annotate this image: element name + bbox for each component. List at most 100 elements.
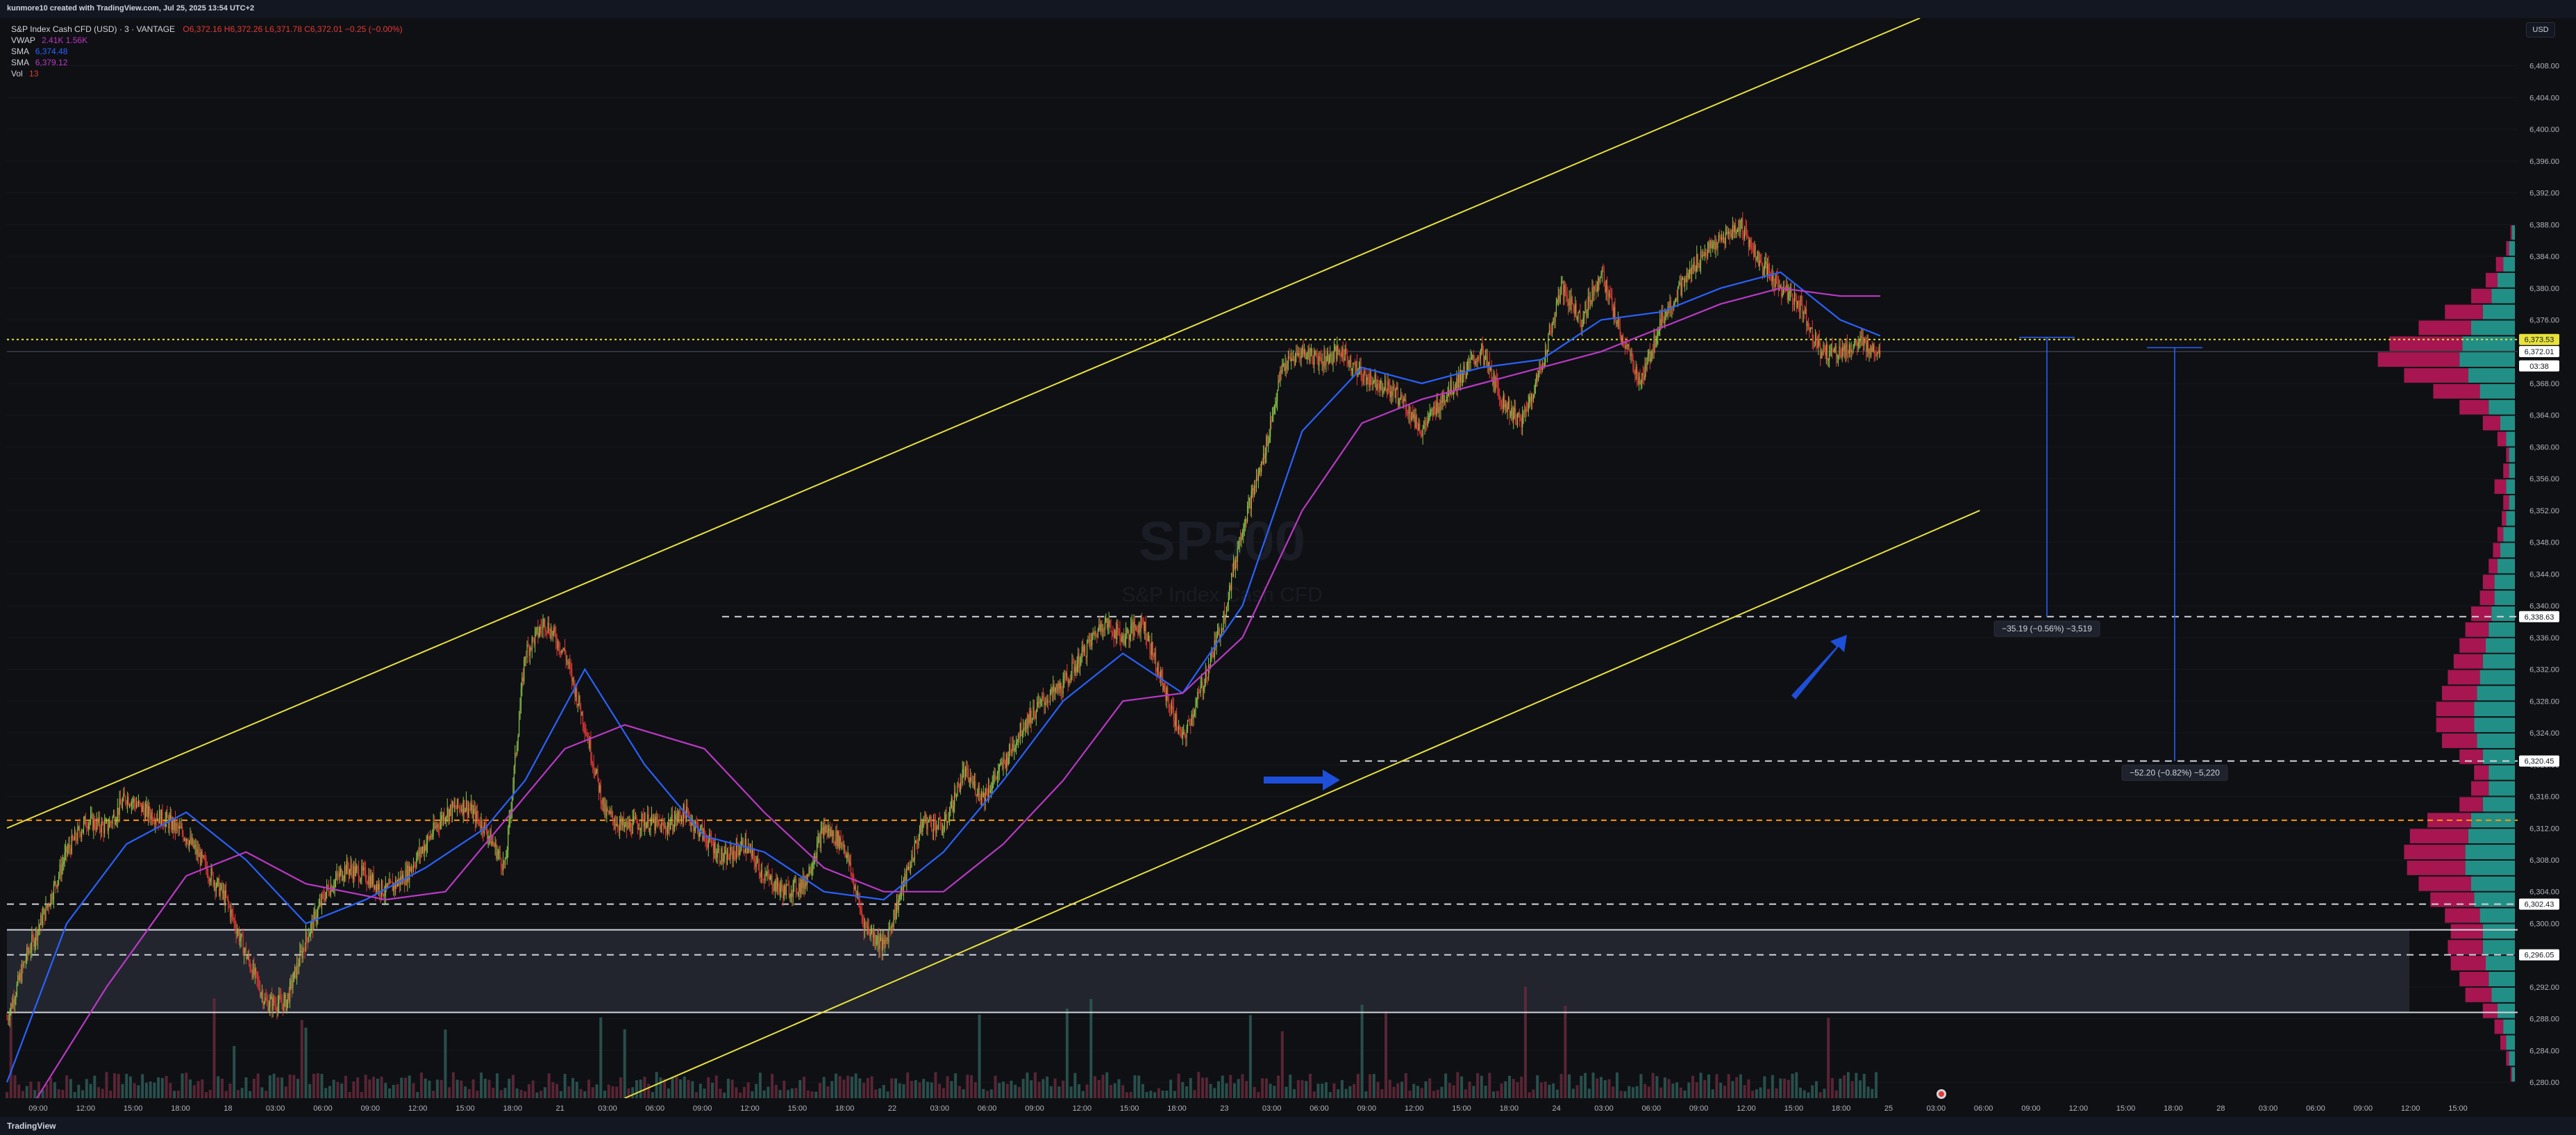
candle-body	[978, 786, 979, 795]
candle-body	[790, 893, 792, 897]
candle-body	[405, 869, 408, 883]
candle-body	[1307, 349, 1309, 357]
time-tick-label: 15:00	[2448, 1104, 2468, 1113]
time-tick-label: 09:00	[1357, 1104, 1377, 1113]
candle-body	[439, 827, 440, 829]
legend-symbol[interactable]: S&P Index Cash CFD (USD) · 3 · VANTAGE	[11, 24, 175, 34]
time-tick-label: 15:00	[1784, 1104, 1804, 1113]
volume-bar	[1850, 1081, 1854, 1098]
candle-body	[636, 817, 637, 824]
volume-bar	[376, 1079, 379, 1098]
vp-sell-bar	[2407, 860, 2466, 875]
candle-body	[1332, 359, 1334, 365]
legend-symbol-row[interactable]: S&P Index Cash CFD (USD) · 3 · VANTAGE O…	[11, 24, 403, 35]
candle-body	[1278, 379, 1280, 382]
right-arrow[interactable]	[1264, 770, 1340, 790]
volume-bar	[412, 1083, 415, 1098]
candle-body	[1316, 356, 1318, 358]
vp-buy-bar	[2509, 241, 2515, 256]
price-tick-label: 6,316.00	[2529, 793, 2559, 802]
candle-body	[952, 797, 953, 812]
candle-body	[1827, 344, 1828, 361]
volume-bar	[783, 1080, 786, 1098]
arrows[interactable]	[1264, 635, 1847, 790]
candle-body	[203, 856, 205, 860]
candle-body	[1228, 598, 1229, 604]
candle-body	[112, 817, 113, 824]
legend-sma2-label: SMA	[11, 58, 29, 67]
measurements[interactable]: −35.19 (−0.56%) −3,519−52.20 (−0.82%) −5…	[1993, 336, 2228, 781]
volume-bar	[1783, 1078, 1787, 1098]
time-tick-label: 06:00	[1974, 1104, 1993, 1113]
candle-body	[1553, 317, 1555, 323]
candle-body	[1103, 629, 1105, 631]
candle-body	[1802, 305, 1803, 314]
candle-body	[158, 811, 160, 824]
candle-body	[410, 866, 411, 872]
volume-bar	[1400, 1082, 1403, 1098]
candle-body	[1733, 225, 1734, 233]
candle-body	[1188, 720, 1189, 722]
candle-body	[946, 814, 947, 824]
volume-bar	[973, 1082, 977, 1098]
candle-body	[137, 801, 140, 806]
volume-bar	[1855, 1072, 1858, 1098]
candle-body	[629, 822, 630, 828]
candle-body	[133, 799, 134, 802]
price-tick-label: 6,376.00	[2529, 316, 2559, 324]
tradingview-logo[interactable]: TradingView	[7, 1121, 56, 1131]
volume-bar	[1094, 1076, 1097, 1098]
currency-button[interactable]: USD	[2526, 22, 2555, 38]
channel-line-upper[interactable]	[6, 18, 1921, 829]
candle-body	[1364, 371, 1366, 374]
volume-bar	[260, 1087, 264, 1098]
candle-body	[1001, 761, 1003, 769]
legend-vol-row[interactable]: Vol 13	[11, 68, 403, 79]
volume-bar	[671, 1077, 674, 1098]
volume-bar	[524, 1091, 527, 1098]
candle-body	[555, 633, 557, 643]
volume-bar	[846, 1075, 850, 1098]
candle-body	[892, 924, 894, 927]
volume-bar	[1169, 1079, 1173, 1098]
candle-body	[948, 813, 951, 822]
up-right-arrow[interactable]	[1791, 635, 1847, 699]
legend-vwap-row[interactable]: VWAP 2.41K 1.56K	[11, 35, 403, 46]
volume-bar	[252, 1079, 256, 1098]
candle-body	[1507, 406, 1508, 412]
candle-body	[1325, 361, 1327, 365]
candle-body	[67, 849, 69, 854]
candle-body	[785, 885, 787, 895]
candle-body	[201, 851, 203, 857]
vp-sell-bar	[2486, 272, 2498, 288]
legend-sma2-row[interactable]: SMA 6,379.12	[11, 57, 403, 68]
volume-bar	[619, 1077, 622, 1098]
candle-body	[1680, 283, 1682, 296]
vp-buy-bar	[2506, 1035, 2515, 1050]
candle-body	[123, 793, 124, 801]
volume-bar	[296, 1079, 300, 1098]
candle-body	[19, 972, 21, 980]
candle-body	[1483, 351, 1484, 365]
time-tick-label: 18:00	[1832, 1104, 1851, 1113]
candle-body	[546, 631, 548, 632]
candle-body	[611, 812, 612, 813]
vp-buy-bar	[2497, 272, 2515, 288]
legend-sma2-value: 6,379.12	[35, 58, 68, 67]
candle-body	[687, 812, 689, 813]
volume-bar	[1834, 1090, 1838, 1098]
candle-body	[1181, 729, 1182, 739]
candle-body	[742, 839, 744, 852]
horizontal-levels[interactable]	[7, 338, 2518, 1013]
chart-canvas[interactable]: SP500 S&P Index Cash CFD −35.19 (−0.56%)…	[0, 18, 2576, 1117]
legend-sma1-row[interactable]: SMA 6,374.48	[11, 46, 403, 57]
candle-body	[998, 764, 1000, 772]
candle-body	[929, 816, 930, 820]
candle-body	[1252, 488, 1253, 491]
candle-body	[213, 882, 215, 886]
candle-body	[1657, 334, 1659, 336]
candle-body	[614, 824, 615, 825]
candle-body	[215, 886, 217, 891]
candle-body	[760, 870, 762, 877]
candle-body	[1751, 242, 1753, 249]
